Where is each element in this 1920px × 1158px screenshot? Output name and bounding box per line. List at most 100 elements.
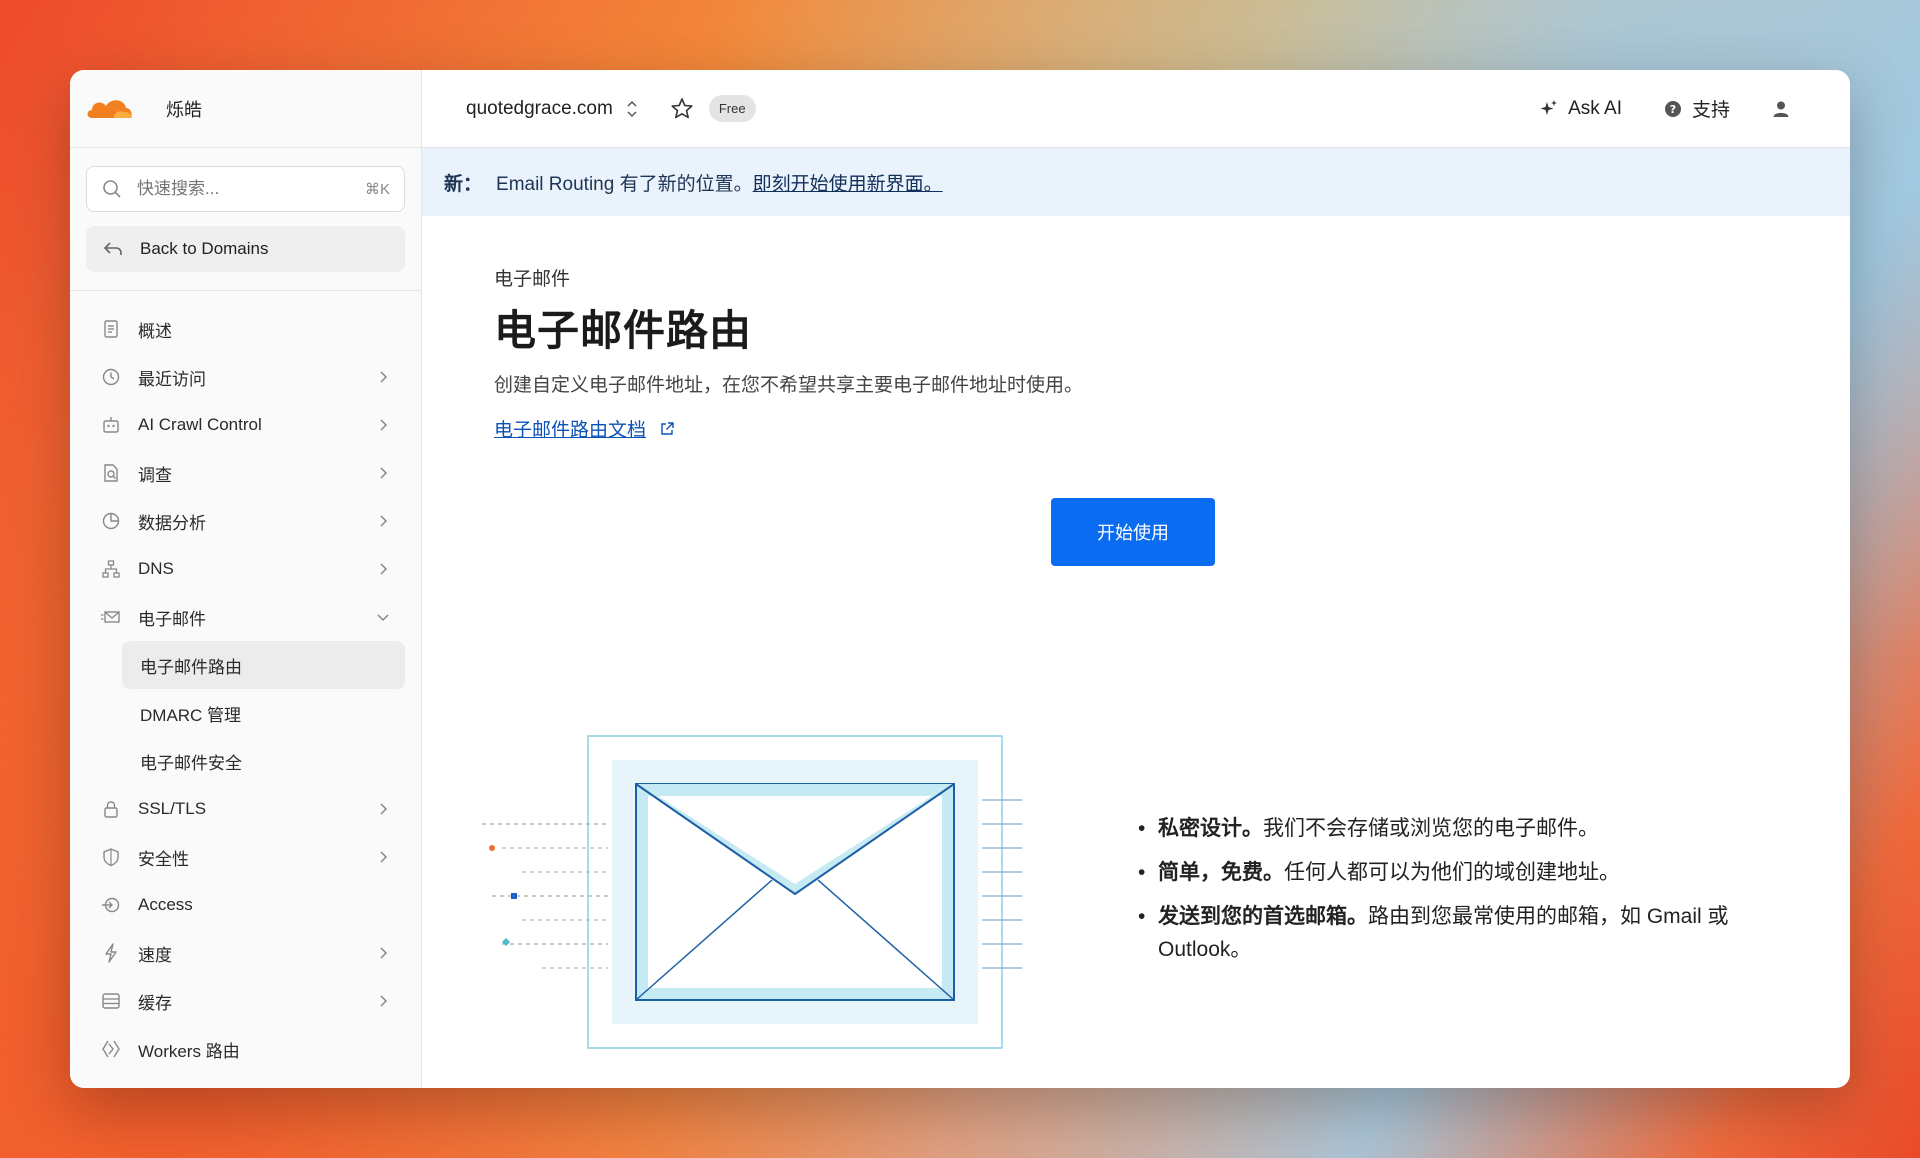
- feature-text: 我们不会存储或浏览您的电子邮件。: [1263, 817, 1599, 840]
- sidebar-item-label: DNS: [138, 559, 174, 578]
- help-icon: ?: [1662, 98, 1684, 120]
- sidebar-item-label: 缓存: [138, 993, 172, 1013]
- page-eyebrow: 电子邮件: [494, 269, 571, 290]
- sidebar-item-cache[interactable]: 缓存: [86, 977, 405, 1025]
- sidebar-item-analytics[interactable]: 数据分析: [86, 497, 405, 545]
- investigate-icon: [100, 462, 122, 484]
- sidebar-item-label: 电子邮件: [138, 609, 206, 629]
- sidebar: 烁皓 ⌘K Back to Domains 概述 最近访问: [70, 70, 422, 1088]
- sidebar-item-ai-crawl-control[interactable]: AI Crawl Control: [86, 401, 405, 449]
- chevron-right-icon: [375, 513, 391, 529]
- sidebar-item-label: 调查: [138, 465, 172, 485]
- user-icon: [1770, 98, 1792, 120]
- feature-item: 发送到您的首选邮箱。路由到您最常使用的邮箱，如 Gmail 或 Outlook。: [1138, 900, 1758, 966]
- sidebar-item-label: 速度: [138, 945, 172, 965]
- back-arrow-icon: [102, 238, 124, 260]
- external-link-icon: [658, 420, 676, 438]
- domain-selector[interactable]: quotedgrace.com: [466, 98, 613, 120]
- access-icon: [100, 894, 122, 916]
- sidebar-item-ssl-tls[interactable]: SSL/TLS: [86, 785, 405, 833]
- chevron-right-icon: [375, 801, 391, 817]
- cloudflare-logo-icon[interactable]: [84, 94, 136, 124]
- chevron-down-icon: [375, 609, 391, 625]
- page-header: 电子邮件 电子邮件路由 创建自定义电子邮件地址，在您不希望共享主要电子邮件地址时…: [422, 216, 1850, 442]
- sidebar-item-access[interactable]: Access: [86, 881, 405, 929]
- feature-text: 任何人都可以为他们的域创建地址。: [1284, 861, 1620, 884]
- sidebar-item-label: 最近访问: [138, 369, 206, 389]
- envelope-icon: [100, 606, 122, 628]
- search-icon: [101, 178, 123, 200]
- svg-text:?: ?: [1670, 103, 1676, 116]
- feature-bold: 发送到您的首选邮箱。: [1158, 905, 1368, 928]
- sidebar-item-investigate[interactable]: 调查: [86, 449, 405, 497]
- feature-item: 简单，免费。任何人都可以为他们的域创建地址。: [1138, 856, 1758, 889]
- ask-ai-label: Ask AI: [1568, 97, 1622, 119]
- lock-icon: [100, 798, 122, 820]
- pie-chart-icon: [100, 510, 122, 532]
- chevron-right-icon: [375, 945, 391, 961]
- feature-bold: 私密设计。: [1158, 817, 1263, 840]
- feature-list: 私密设计。我们不会存储或浏览您的电子邮件。 简单，免费。任何人都可以为他们的域创…: [1138, 812, 1758, 977]
- banner-text: Email Routing 有了新的位置。: [496, 173, 753, 195]
- sidebar-item-email[interactable]: 电子邮件: [86, 593, 405, 641]
- sidebar-subitem-dmarc[interactable]: DMARC 管理: [122, 689, 405, 737]
- sidebar-item-label: 概述: [138, 321, 172, 341]
- sidebar-item-recent[interactable]: 最近访问: [86, 353, 405, 401]
- sidebar-item-label: 安全性: [138, 849, 189, 869]
- document-icon: [100, 318, 122, 340]
- sparkle-icon: [1538, 98, 1560, 120]
- page-description: 创建自定义电子邮件地址，在您不希望共享主要电子邮件地址时使用。: [494, 375, 1084, 396]
- sidebar-item-label: AI Crawl Control: [138, 415, 262, 434]
- feature-item: 私密设计。我们不会存储或浏览您的电子邮件。: [1138, 812, 1758, 845]
- sidebar-item-label: SSL/TLS: [138, 799, 207, 818]
- top-bar: quotedgrace.com Free Ask AI ? 支持: [422, 70, 1850, 148]
- plan-badge: Free: [708, 95, 756, 122]
- sidebar-item-label: 数据分析: [138, 513, 206, 533]
- sidebar-item-dns[interactable]: DNS: [86, 545, 405, 593]
- ask-ai-button[interactable]: Ask AI: [1538, 98, 1622, 120]
- sidebar-subitem-email-routing[interactable]: 电子邮件路由: [122, 641, 405, 689]
- chevron-right-icon: [375, 465, 391, 481]
- sidebar-item-workers-routes[interactable]: Workers 路由: [86, 1025, 405, 1073]
- account-name[interactable]: 烁皓: [166, 96, 202, 122]
- sidebar-nav: 概述 最近访问 AI Crawl Control 调查 数据分析 DNS 电子邮…: [70, 291, 421, 1073]
- search-shortcut: ⌘K: [364, 181, 390, 198]
- support-label: 支持: [1691, 100, 1730, 121]
- star-icon[interactable]: [669, 96, 695, 122]
- banner-new-ui-link[interactable]: 即刻开始使用新界面。: [753, 169, 943, 196]
- back-to-domains-button[interactable]: Back to Domains: [86, 226, 405, 272]
- shield-icon: [100, 846, 122, 868]
- sidebar-item-label: Workers 路由: [138, 1041, 240, 1061]
- email-illustration: [482, 730, 1082, 1060]
- workers-icon: [100, 1038, 122, 1060]
- sidebar-header: 烁皓: [70, 70, 421, 148]
- banner-prefix: 新：: [444, 173, 483, 195]
- chevron-right-icon: [375, 369, 391, 385]
- docs-link[interactable]: 电子邮件路由文档: [494, 415, 676, 442]
- back-label: Back to Domains: [140, 239, 269, 258]
- docs-link-label: 电子邮件路由文档: [494, 420, 647, 441]
- chevron-right-icon: [375, 993, 391, 1009]
- main-content: quotedgrace.com Free Ask AI ? 支持 新： Emai…: [422, 70, 1850, 1088]
- sidebar-item-label: Access: [138, 895, 193, 914]
- get-started-button[interactable]: 开始使用: [1051, 498, 1215, 566]
- search-input[interactable]: [137, 179, 365, 199]
- app-window: 烁皓 ⌘K Back to Domains 概述 最近访问: [70, 70, 1850, 1088]
- sidebar-item-speed[interactable]: 速度: [86, 929, 405, 977]
- sidebar-item-security[interactable]: 安全性: [86, 833, 405, 881]
- network-icon: [100, 558, 122, 580]
- notice-banner: 新： Email Routing 有了新的位置。 即刻开始使用新界面。: [422, 148, 1850, 216]
- feature-bold: 简单，免费。: [1158, 861, 1284, 884]
- chevron-right-icon: [375, 849, 391, 865]
- chevron-right-icon: [375, 417, 391, 433]
- search-box[interactable]: ⌘K: [86, 166, 405, 212]
- chevron-right-icon: [375, 561, 391, 577]
- user-menu-button[interactable]: [1770, 98, 1800, 120]
- sidebar-item-overview[interactable]: 概述: [86, 305, 405, 353]
- bolt-icon: [100, 942, 122, 964]
- clock-icon: [100, 366, 122, 388]
- sidebar-subitem-email-security[interactable]: 电子邮件安全: [122, 737, 405, 785]
- page-title: 电子邮件路由: [494, 307, 753, 354]
- support-button[interactable]: ? 支持: [1662, 95, 1730, 122]
- chevron-up-down-icon[interactable]: [625, 99, 639, 119]
